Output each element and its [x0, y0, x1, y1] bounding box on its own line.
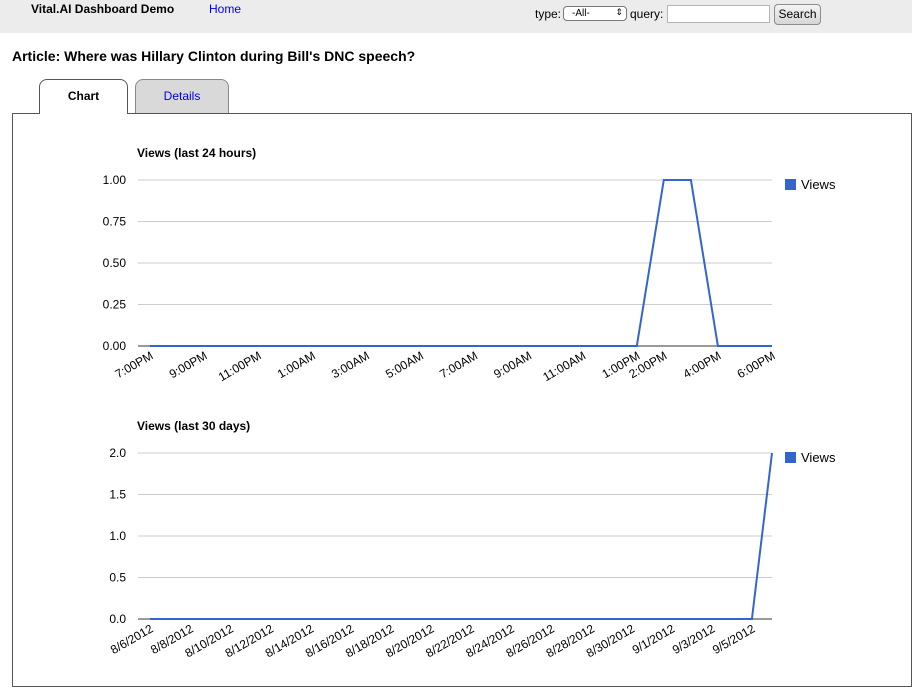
x-tick-label: 5:00AM [383, 348, 426, 381]
charts-canvas: Views (last 24 hours) 0.00 0.25 0.50 0.75 1.0… [103, 146, 836, 660]
x-tick-label: 3:00AM [329, 348, 372, 381]
chart-title: Views (last 24 hours) [137, 146, 256, 160]
x-tick-label: 9/5/2012 [710, 621, 758, 657]
x-tick-label: 9/3/2012 [670, 621, 718, 657]
x-tick-label: 8/6/2012 [108, 621, 156, 657]
x-tick-label: 11:00AM [540, 348, 588, 384]
chart-views-30d: Views (last 30 days) 0.0 0.5 1.0 1.5 2.0 8/6/2… [108, 419, 836, 660]
x-tick-label: 4:00PM [681, 348, 724, 381]
chart-title: Views (last 30 days) [137, 419, 250, 433]
x-tick-label: 9/1/2012 [630, 621, 678, 657]
chart-views-24h: Views (last 24 hours) 0.00 0.25 0.50 0.75 1.0… [103, 146, 836, 384]
legend-swatch [785, 452, 796, 463]
y-tick-label: 0.5 [109, 571, 126, 585]
y-tick-label: 1.00 [103, 173, 127, 187]
legend-label: Views [801, 177, 836, 192]
x-tick-label: 9:00PM [167, 348, 210, 381]
y-tick-label: 2.0 [109, 446, 126, 460]
x-tick-label: 7:00PM [113, 348, 156, 381]
x-tick-label: 7:00AM [437, 348, 480, 381]
tab-chart[interactable]: Chart [39, 79, 128, 114]
x-tick-label: 11:00PM [216, 348, 264, 384]
y-tick-label: 0.0 [109, 612, 126, 626]
y-tick-label: 1.5 [109, 488, 126, 502]
y-tick-label: 0.25 [103, 298, 127, 312]
y-tick-label: 0.75 [103, 215, 127, 229]
y-tick-label: 1.0 [109, 529, 126, 543]
y-tick-label: 0.50 [103, 256, 127, 270]
x-tick-label: 9:00AM [491, 348, 534, 381]
y-tick-label: 0.00 [103, 339, 127, 353]
legend-swatch [785, 179, 796, 190]
x-tick-label: 6:00PM [735, 348, 778, 381]
x-tick-label: 1:00AM [275, 348, 318, 381]
legend-label: Views [801, 450, 836, 465]
